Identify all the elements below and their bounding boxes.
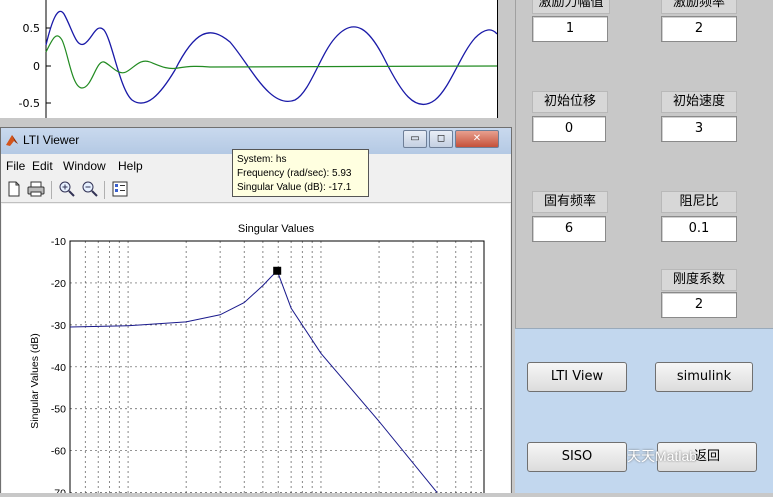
datatip-system: System: hs [237,154,287,165]
y-axis-label: Singular Values (dB) [29,333,41,429]
maximize-button[interactable]: ◻ [429,130,453,148]
y-grid [70,240,484,493]
siso-button[interactable]: SISO [527,442,627,472]
minimize-button[interactable]: ▭ [403,130,427,148]
displacement-curve [45,10,497,106]
response-axes: 0.5 0 -0.5 [0,0,498,118]
plot-config-icon[interactable] [110,179,130,199]
damping-ratio-field[interactable]: 0.1 [661,216,737,242]
top-y-tick: 0 [33,60,40,73]
excitation-frequency-field[interactable]: 2 [661,16,737,42]
plot-title: Singular Values [238,223,315,235]
excitation-amplitude-field[interactable]: 1 [532,16,608,42]
button-panel: LTI View simulink SISO 返回 [515,328,773,493]
initial-displacement-field[interactable]: 0 [532,116,606,142]
menu-window[interactable]: Window [63,159,106,173]
top-y-tick: -0.5 [19,97,40,110]
datatip-marker [273,266,282,275]
label-excitation-frequency: 激励频率 [661,0,737,14]
zoom-in-icon[interactable] [57,179,77,199]
label-excitation-amplitude: 激励力幅值 [532,0,610,14]
label-stiffness: 刚度系数 [661,269,737,291]
natural-frequency-field[interactable]: 6 [532,216,606,242]
label-damping-ratio: 阻尼比 [661,191,737,213]
top-y-tick: 0.5 [23,22,41,35]
stiffness-field[interactable]: 2 [661,292,737,318]
singular-values-plot[interactable]: Singular Values Singular Values (dB) -10… [2,204,510,497]
print-icon[interactable] [26,179,46,199]
watermark: 天天Matlab [627,448,698,464]
velocity-curve [45,35,497,89]
menu-edit[interactable]: Edit [32,159,53,173]
window-title: LTI Viewer [23,133,80,147]
zoom-out-icon[interactable] [80,179,100,199]
y-tick-label: -30 [51,320,66,332]
y-tick-label: -20 [51,278,66,290]
y-tick-label: -70 [51,488,66,493]
close-button[interactable]: ✕ [455,130,499,148]
y-tick-labels: -10 -20 -30 -40 -50 -60 -70 [51,236,66,497]
simulink-button[interactable]: simulink [655,362,753,392]
menu-help[interactable]: Help [118,159,143,173]
y-tick-label: -40 [51,362,66,374]
y-tick-label: -60 [51,446,66,458]
x-grid [84,241,472,497]
toolbar-separator [104,181,105,199]
lti-view-button[interactable]: LTI View [527,362,627,392]
datatip-singular-value: Singular Value (dB): -17.1 [237,182,352,193]
matlab-logo-icon [6,135,18,146]
datatip-frequency: Frequency (rad/sec): 5.93 [237,168,352,179]
label-initial-displacement: 初始位移 [532,91,608,113]
initial-velocity-field[interactable]: 3 [661,116,737,142]
menu-file[interactable]: File [6,159,25,173]
y-tick-label: -50 [51,404,66,416]
label-initial-velocity: 初始速度 [661,91,737,113]
parameter-panel: 激励力幅值 1 激励频率 2 初始位移 0 初始速度 3 固有频率 6 阻尼比 … [515,0,773,328]
new-file-icon[interactable] [4,179,24,199]
toolbar-separator [51,181,52,199]
y-tick-label: -10 [51,236,66,248]
singular-value-curve [69,269,438,493]
plot-area: Singular Values Singular Values (dB) -10… [2,204,510,497]
datatip: System: hs Frequency (rad/sec): 5.93 Sin… [232,149,369,197]
label-natural-frequency: 固有频率 [532,191,608,213]
